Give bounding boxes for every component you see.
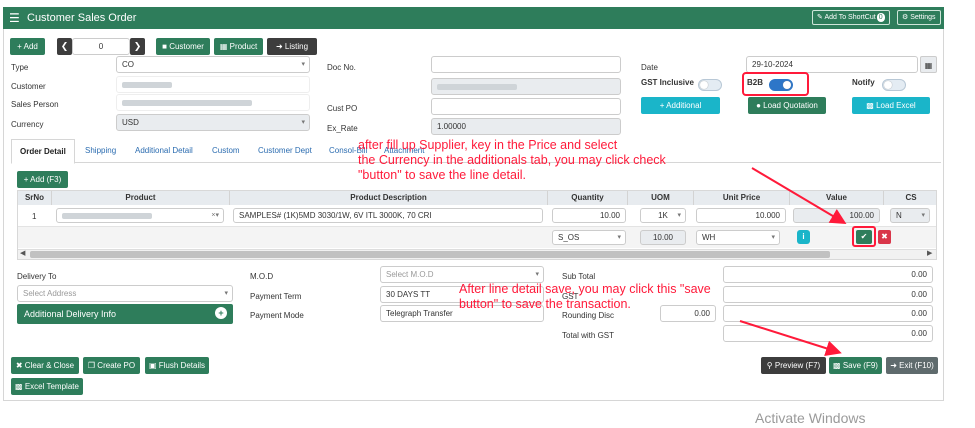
arrow-to-save-button [739,320,842,357]
arrow-to-check-button [751,167,847,225]
activate-windows-watermark: Activate Windows [755,410,866,426]
annotation-arrows [739,167,847,357]
